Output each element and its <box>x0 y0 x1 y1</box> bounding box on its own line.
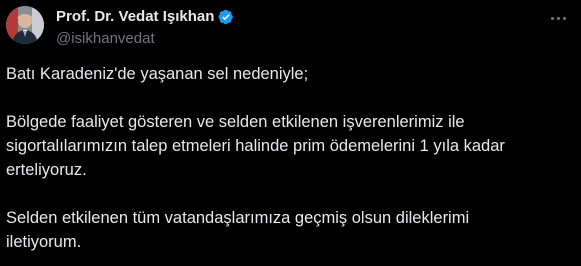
avatar-photo <box>6 6 44 44</box>
more-options-icon[interactable] <box>547 8 569 28</box>
tweet-text: Batı Karadeniz'de yaşanan sel nedeniyle;… <box>6 62 566 254</box>
tweet-paragraph-1: Batı Karadeniz'de yaşanan sel nedeniyle; <box>6 65 309 83</box>
author-display-name[interactable]: Prof. Dr. Vedat Işıkhan <box>56 8 214 26</box>
tweet-paragraph-3: Selden etkilenen tüm vatandaşlarımıza ge… <box>6 209 470 251</box>
author-name-row: Prof. Dr. Vedat Işıkhan <box>56 8 234 26</box>
author-info: Prof. Dr. Vedat Işıkhan @isikhanvedat <box>56 8 234 48</box>
tweet-card: Prof. Dr. Vedat Işıkhan @isikhanvedat Ba… <box>0 0 581 266</box>
tweet-paragraph-2: Bölgede faaliyet gösteren ve selden etki… <box>6 113 505 179</box>
author-handle[interactable]: @isikhanvedat <box>56 30 234 48</box>
verified-badge-icon <box>218 9 234 25</box>
author-avatar[interactable] <box>6 6 44 44</box>
